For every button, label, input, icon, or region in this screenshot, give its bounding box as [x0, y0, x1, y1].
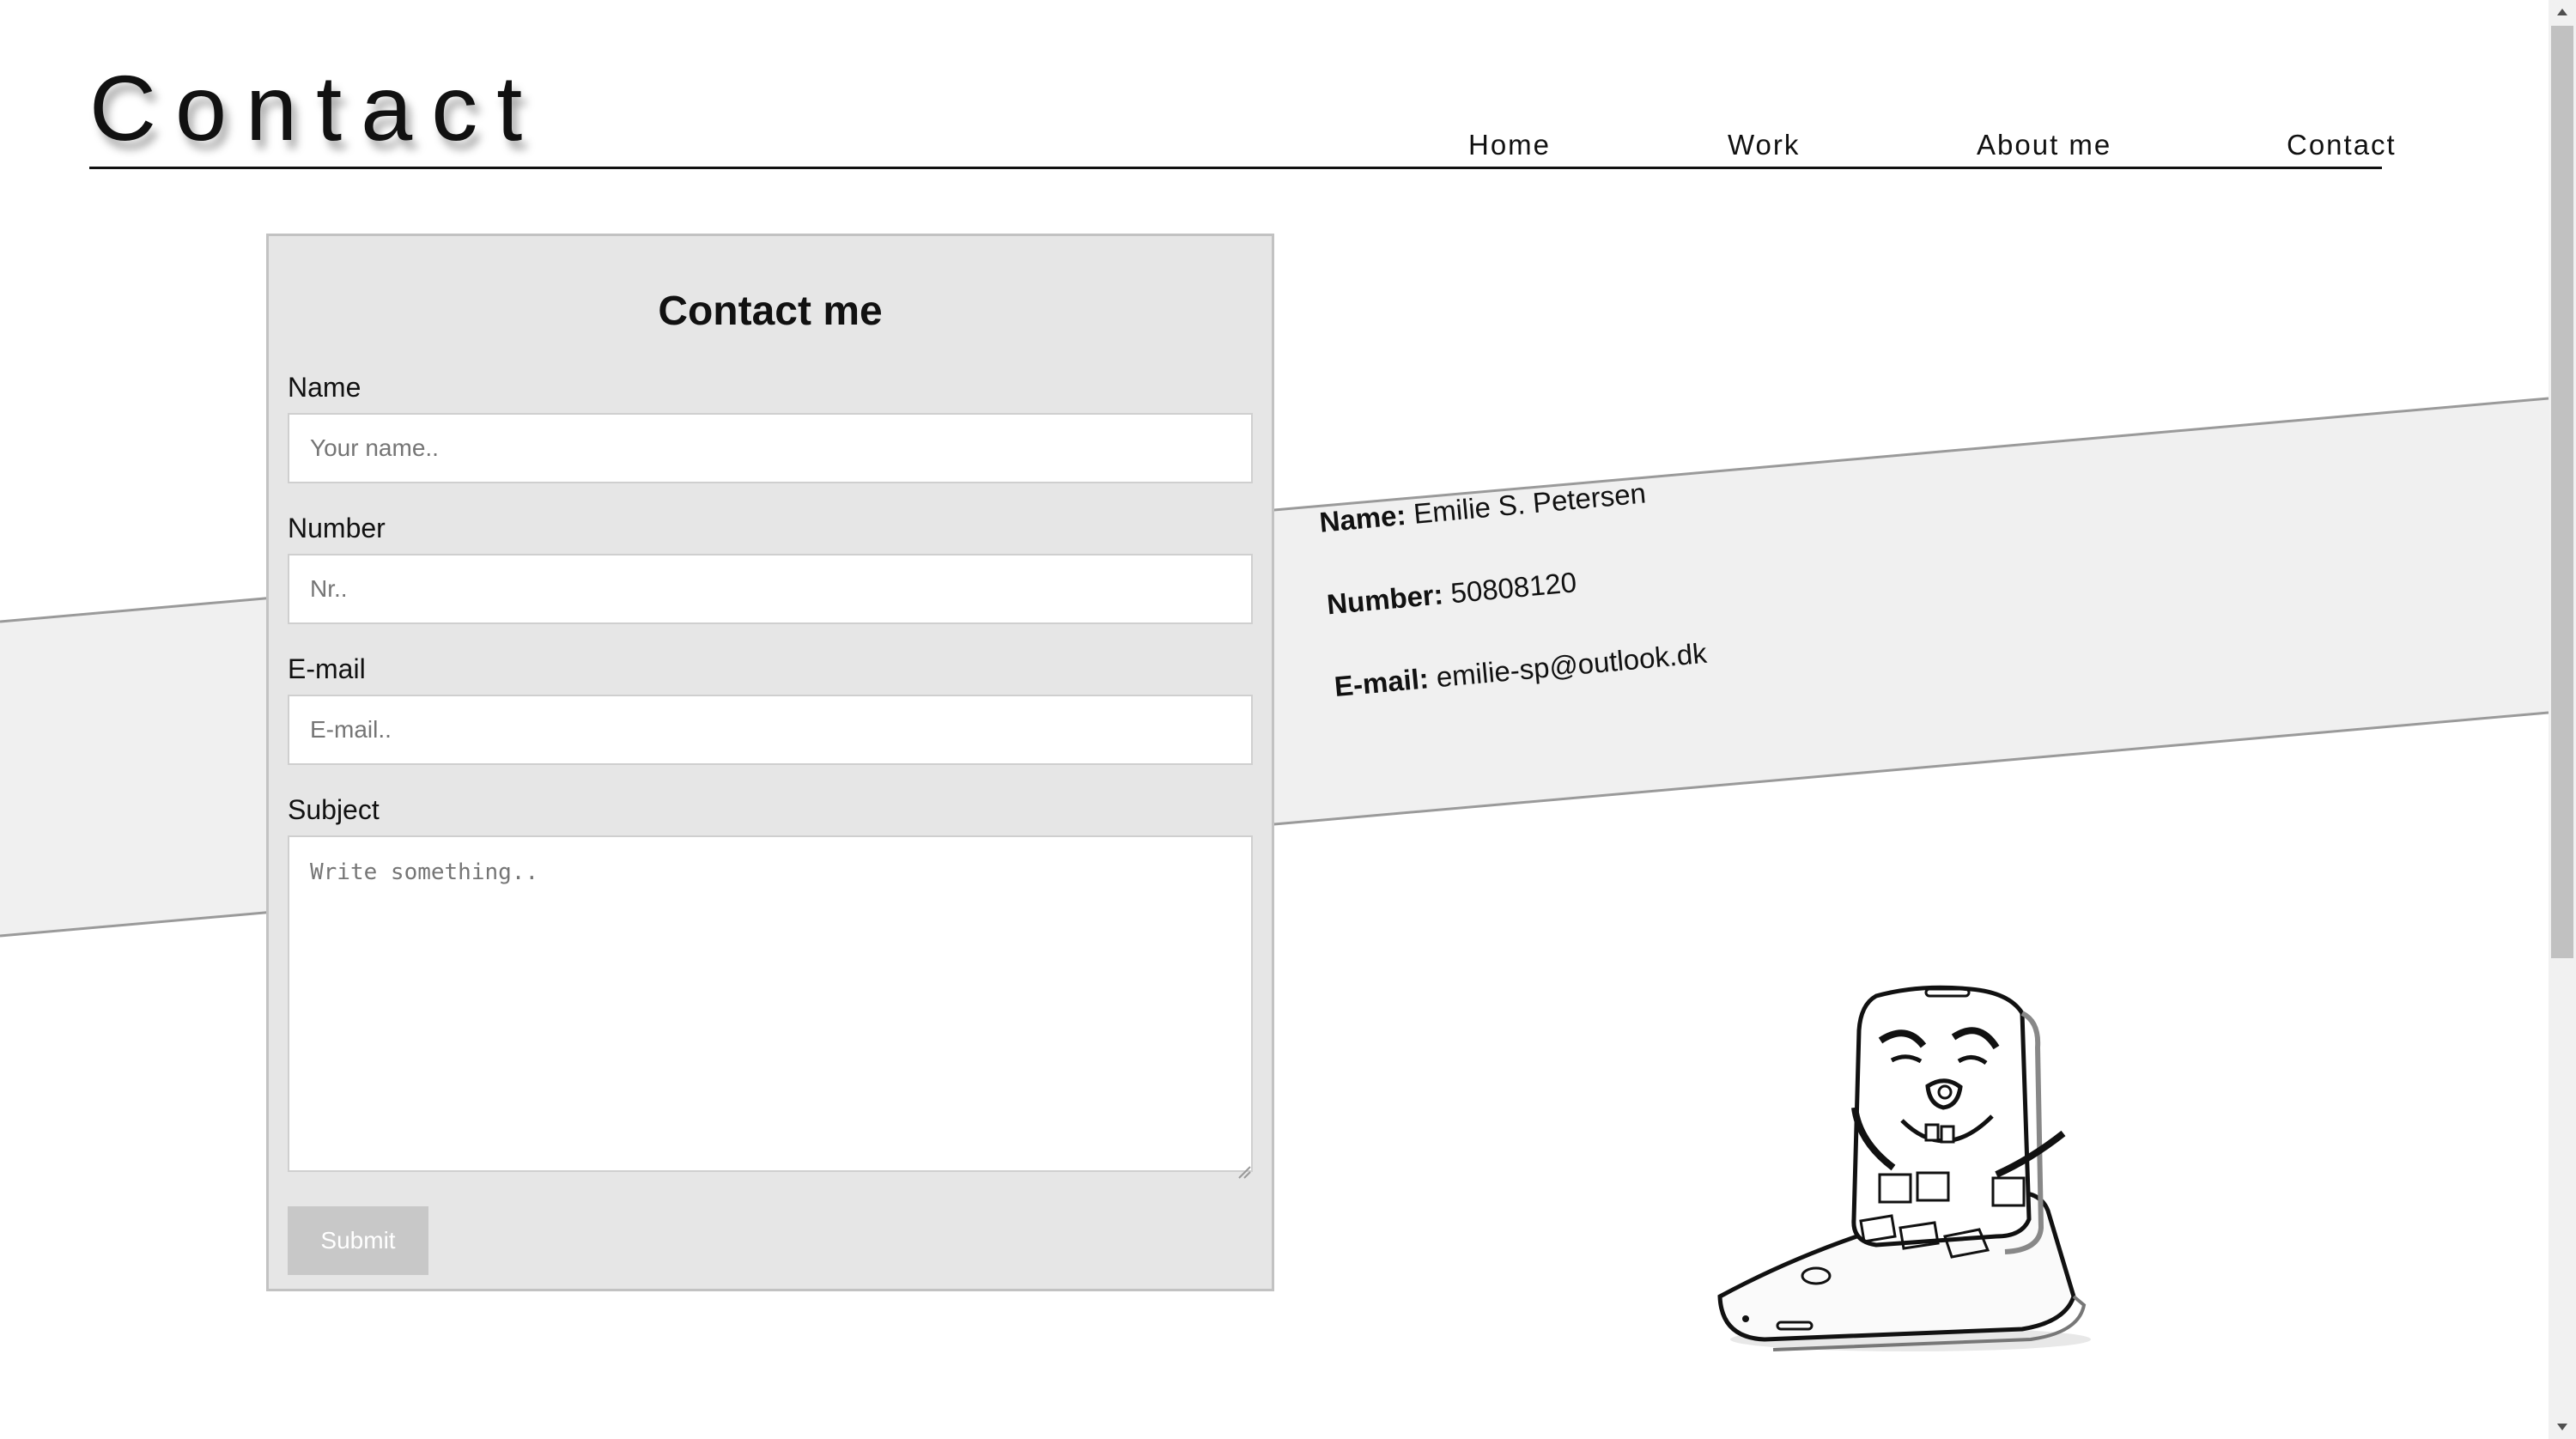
phone-character-sketch-icon: [1717, 985, 2091, 1351]
scroll-up-icon[interactable]: [2549, 0, 2576, 24]
contact-page: Contact Home Work About me Contact Conta…: [0, 0, 2576, 1439]
header-divider: [89, 167, 2382, 169]
vertical-scrollbar[interactable]: [2549, 0, 2576, 1439]
scroll-down-icon[interactable]: [2549, 1415, 2576, 1439]
scrollbar-thumb[interactable]: [2551, 26, 2573, 958]
nav-link-about-me[interactable]: About me: [1977, 129, 2111, 161]
form-title: Contact me: [658, 288, 883, 334]
name-label: Name: [288, 372, 361, 403]
subject-label: Subject: [288, 794, 380, 825]
number-field[interactable]: [288, 554, 1253, 624]
email-field[interactable]: [288, 695, 1253, 765]
number-label: Number: [288, 513, 386, 543]
nav-link-home[interactable]: Home: [1468, 129, 1551, 161]
info-name-key: Name:: [1318, 498, 1407, 538]
nav-link-contact[interactable]: Contact: [2287, 129, 2397, 161]
subject-textarea[interactable]: [288, 835, 1253, 1172]
contact-form: Contact me Name Number E-mail Subject Su…: [266, 234, 1274, 1291]
email-label: E-mail: [288, 653, 366, 684]
submit-button[interactable]: Submit: [288, 1206, 428, 1275]
name-field[interactable]: [288, 413, 1253, 483]
nav-link-work[interactable]: Work: [1728, 129, 1800, 161]
page-title: Contact: [89, 56, 542, 160]
resize-grip-icon[interactable]: [1236, 1163, 1251, 1179]
